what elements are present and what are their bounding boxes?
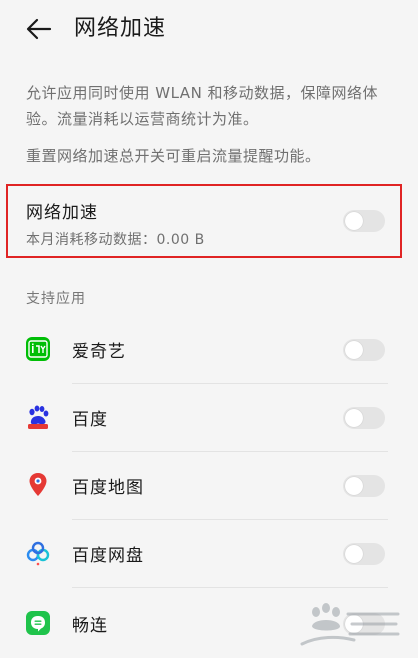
app-name: 爱奇艺 [72, 342, 126, 362]
iqiyi-icon [26, 337, 50, 361]
baidu-paw-icon [28, 405, 49, 429]
app-row-baidu-netdisk[interactable]: 百度网盘 [0, 520, 418, 588]
app-row-baidu[interactable]: 百度 [0, 384, 418, 452]
network-acceleration-setting[interactable]: 网络加速 本月消耗移动数据：0.00 B [6, 184, 402, 258]
app-toggle-iqiyi[interactable] [343, 339, 385, 361]
toggle-knob [345, 545, 363, 563]
app-toggle-baidu[interactable] [343, 407, 385, 429]
baidu-map-pin-icon [29, 473, 47, 496]
app-row-iqiyi[interactable]: 爱奇艺 [0, 316, 418, 384]
baidu-jingyan-watermark [300, 603, 400, 646]
changlian-chat-icon [26, 611, 50, 635]
app-name: 百度网盘 [72, 546, 144, 566]
toggle-knob [345, 409, 363, 427]
network-acceleration-toggle[interactable] [343, 210, 385, 232]
app-name: 百度地图 [72, 478, 144, 498]
app-toggle-baidu-map[interactable] [343, 475, 385, 497]
description-reset-note: 重置网络加速总开关可重启流量提醒功能。 [26, 147, 321, 165]
app-row-baidu-map[interactable]: 百度地图 [0, 452, 418, 520]
page-title: 网络加速 [74, 16, 167, 41]
supported-apps-label: 支持应用 [26, 291, 86, 307]
network-acceleration-title: 网络加速 [26, 203, 98, 223]
divider [72, 587, 388, 588]
description-line-1: 允许应用同时使用 WLAN 和移动数据，保障网络体 [26, 84, 379, 102]
toggle-knob [345, 341, 363, 359]
app-name: 百度 [72, 410, 108, 430]
description-text: 允许应用同时使用 WLAN 和移动数据，保障网络体 验。流量消耗以运营商统计为准… [26, 80, 396, 132]
app-toggle-baidu-netdisk[interactable] [343, 543, 385, 565]
toggle-knob [345, 212, 363, 230]
header: 网络加速 [0, 0, 418, 58]
app-name: 畅连 [72, 616, 108, 636]
arrow-left-icon[interactable] [24, 14, 54, 44]
toggle-knob [345, 477, 363, 495]
monthly-mobile-data-usage: 本月消耗移动数据：0.00 B [26, 232, 205, 248]
description-line-2: 验。流量消耗以运营商统计为准。 [26, 110, 259, 128]
baidu-netdisk-icon [26, 541, 50, 566]
